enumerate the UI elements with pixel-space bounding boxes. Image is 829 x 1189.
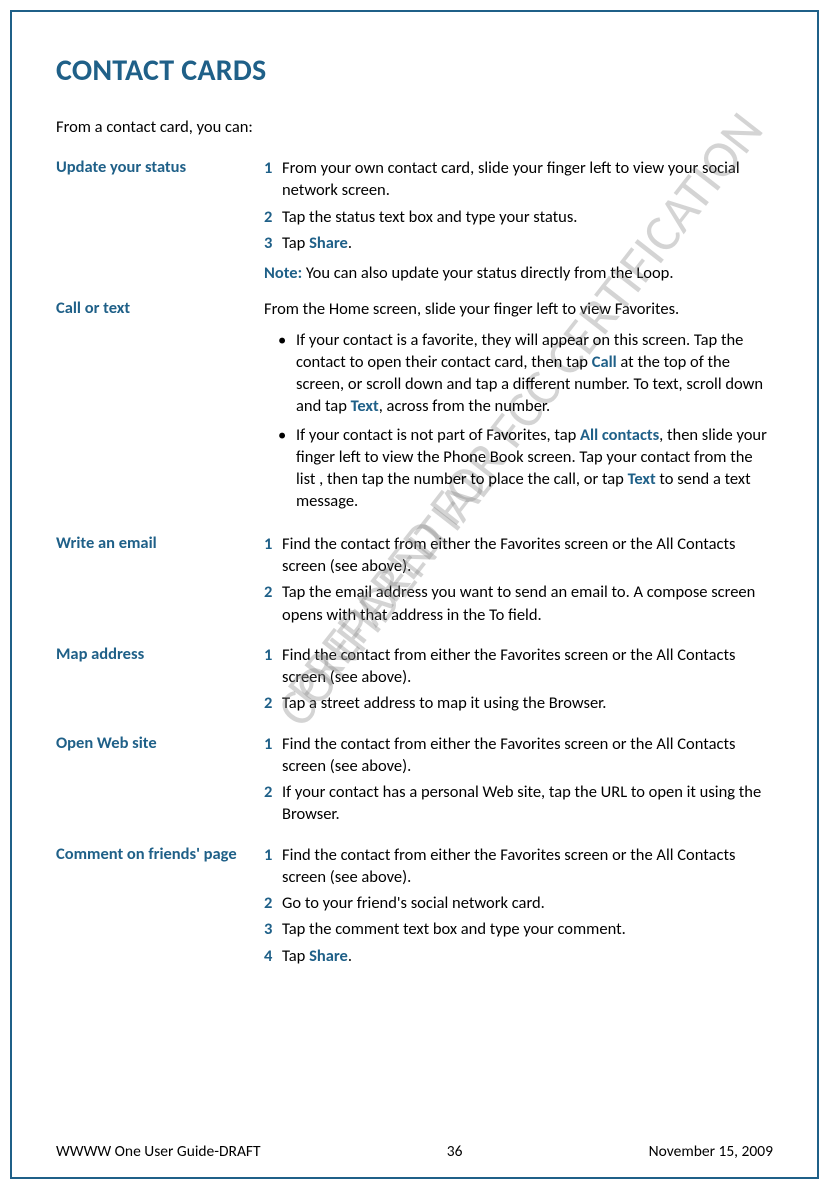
step-text: Find the contact from either the Favorit… bbox=[282, 533, 773, 578]
step-text: Tap a street address to map it using the… bbox=[282, 692, 773, 714]
list-item: If your contact is a favorite, they will… bbox=[282, 329, 773, 418]
list-item: 3Tap the comment text box and type your … bbox=[264, 918, 773, 940]
step-number: 1 bbox=[264, 733, 282, 778]
step-number: 1 bbox=[264, 157, 282, 202]
section-label: Open Web site bbox=[56, 733, 264, 830]
list-item: 2Tap a street address to map it using th… bbox=[264, 692, 773, 714]
intro-text: From a contact card, you can: bbox=[56, 117, 773, 137]
footer-date: November 15, 2009 bbox=[649, 1142, 773, 1161]
share-link: Share bbox=[309, 233, 348, 253]
list-item: 1From your own contact card, slide your … bbox=[264, 157, 773, 202]
section-write-email: Write an email 1Find the contact from ei… bbox=[56, 533, 773, 630]
list-item: 2Tap the email address you want to send … bbox=[264, 581, 773, 626]
section-label: Map address bbox=[56, 644, 264, 719]
list-item: 1Find the contact from either the Favori… bbox=[264, 844, 773, 889]
list-item: 1Find the contact from either the Favori… bbox=[264, 644, 773, 689]
call-link: Call bbox=[592, 352, 617, 372]
footer-left: WWWW One User Guide-DRAFT bbox=[56, 1142, 261, 1161]
step-text: Tap the status text box and type your st… bbox=[282, 206, 773, 228]
section-body: 1Find the contact from either the Favori… bbox=[264, 844, 773, 971]
footer-page-number: 36 bbox=[447, 1142, 463, 1161]
step-number: 2 bbox=[264, 692, 282, 714]
page-frame: PREPARED FOR FCC CERTIFICATION CONFIDENT… bbox=[10, 10, 819, 1179]
step-number: 2 bbox=[264, 206, 282, 228]
step-text: If your contact has a personal Web site,… bbox=[282, 781, 773, 826]
step-number: 3 bbox=[264, 918, 282, 940]
list-item: 2If your contact has a personal Web site… bbox=[264, 781, 773, 826]
list-item: 1Find the contact from either the Favori… bbox=[264, 733, 773, 778]
note-label: Note: bbox=[264, 263, 302, 283]
step-text: Tap the email address you want to send a… bbox=[282, 581, 773, 626]
step-text: Tap Share. bbox=[282, 232, 773, 254]
section-comment: Comment on friends' page 1Find the conta… bbox=[56, 844, 773, 971]
lead-text: From the Home screen, slide your finger … bbox=[264, 298, 773, 320]
list-item: If your contact is not part of Favorites… bbox=[282, 424, 773, 513]
list-item: 3Tap Share. bbox=[264, 232, 773, 254]
step-text: Find the contact from either the Favorit… bbox=[282, 844, 773, 889]
step-text: Find the contact from either the Favorit… bbox=[282, 733, 773, 778]
step-number: 2 bbox=[264, 781, 282, 826]
section-call-text: Call or text From the Home screen, slide… bbox=[56, 298, 773, 518]
section-body: From the Home screen, slide your finger … bbox=[264, 298, 773, 518]
text-link: Text bbox=[628, 469, 656, 489]
section-body: 1From your own contact card, slide your … bbox=[264, 157, 773, 284]
page-title: CONTACT CARDS bbox=[56, 52, 773, 89]
step-text: Go to your friend's social network card. bbox=[282, 892, 773, 914]
text-link: Text bbox=[351, 396, 379, 416]
section-body: 1Find the contact from either the Favori… bbox=[264, 533, 773, 630]
all-contacts-link: All contacts bbox=[580, 425, 659, 445]
step-number: 1 bbox=[264, 644, 282, 689]
section-update-status: Update your status 1From your own contac… bbox=[56, 157, 773, 284]
footer: WWWW One User Guide-DRAFT 36 November 15… bbox=[56, 1142, 773, 1161]
step-number: 3 bbox=[264, 232, 282, 254]
content-area: CONTACT CARDS From a contact card, you c… bbox=[12, 12, 817, 971]
note-text: You can also update your status directly… bbox=[302, 263, 673, 283]
step-number: 4 bbox=[264, 945, 282, 967]
list-item: 2Go to your friend's social network card… bbox=[264, 892, 773, 914]
step-number: 2 bbox=[264, 581, 282, 626]
section-label: Comment on friends' page bbox=[56, 844, 264, 971]
share-link: Share bbox=[309, 946, 348, 966]
section-body: 1Find the contact from either the Favori… bbox=[264, 644, 773, 719]
list-item: 2Tap the status text box and type your s… bbox=[264, 206, 773, 228]
section-label: Write an email bbox=[56, 533, 264, 630]
section-map-address: Map address 1Find the contact from eithe… bbox=[56, 644, 773, 719]
step-text: Tap the comment text box and type your c… bbox=[282, 918, 773, 940]
step-number: 2 bbox=[264, 892, 282, 914]
step-text: Find the contact from either the Favorit… bbox=[282, 644, 773, 689]
step-number: 1 bbox=[264, 844, 282, 889]
note: Note: You can also update your status di… bbox=[264, 262, 773, 284]
section-open-web: Open Web site 1Find the contact from eit… bbox=[56, 733, 773, 830]
step-text: From your own contact card, slide your f… bbox=[282, 157, 773, 202]
list-item: 1Find the contact from either the Favori… bbox=[264, 533, 773, 578]
section-label: Call or text bbox=[56, 298, 264, 518]
step-number: 1 bbox=[264, 533, 282, 578]
section-label: Update your status bbox=[56, 157, 264, 284]
section-body: 1Find the contact from either the Favori… bbox=[264, 733, 773, 830]
list-item: 4Tap Share. bbox=[264, 945, 773, 967]
step-text: Tap Share. bbox=[282, 945, 773, 967]
